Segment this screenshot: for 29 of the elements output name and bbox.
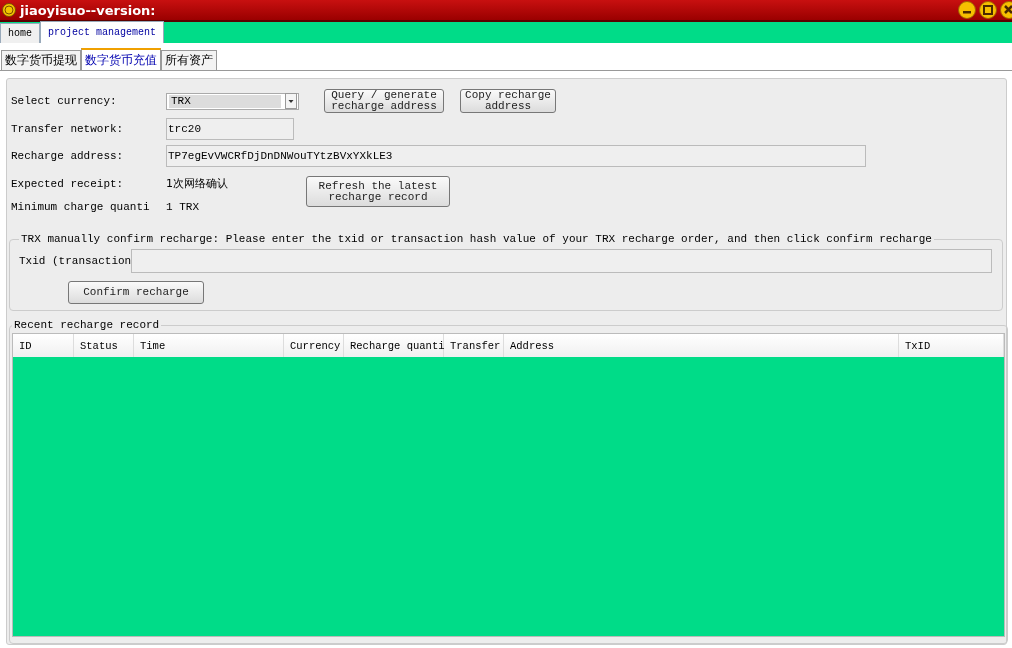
close-icon[interactable]	[1000, 1, 1012, 19]
tab[interactable]: home	[0, 23, 40, 43]
minimize-icon[interactable]	[958, 1, 976, 19]
maximize-icon[interactable]	[979, 1, 997, 19]
group-title: Recent recharge record	[13, 319, 161, 331]
copy-address-button[interactable]: Copy recharge address	[460, 89, 556, 113]
field-label: Expected receipt:	[11, 177, 125, 190]
network-field[interactable]: trc20	[166, 118, 294, 140]
field-label: Recharge address:	[11, 150, 125, 162]
field-label: Transfer network:	[11, 123, 125, 135]
window-title: jiaoyisuo--version:	[20, 2, 156, 18]
tab[interactable]: 所有资产	[161, 50, 217, 70]
tab[interactable]: project management	[40, 21, 165, 43]
group-title: TRX manually confirm recharge: Please enter the txid or transaction hash value of your TRX recharge order, and then click confirm recharge	[20, 233, 933, 245]
currency-select[interactable]: TRX	[166, 92, 299, 110]
field-label: Select currency:	[11, 95, 118, 107]
field-label: Minimum charge quanti	[11, 201, 151, 213]
coin-icon	[2, 3, 16, 17]
minimum-value: 1 TRX	[166, 201, 200, 213]
address-field[interactable]: TP7egEvVWCRfDjDnDNWouTYtzBVxYXkLE3	[166, 145, 866, 167]
tab[interactable]: 数字货币提现	[1, 50, 81, 70]
confirm-button[interactable]: Confirm recharge	[68, 281, 204, 304]
txid-field[interactable]	[131, 249, 992, 273]
refresh-button[interactable]: Refresh the latest recharge record	[306, 176, 450, 207]
query-address-button[interactable]: Query / generate recharge address	[324, 89, 444, 113]
caret-icon	[285, 93, 297, 109]
field-label: Txid (transaction	[19, 255, 131, 267]
tab[interactable]: 数字货币充值	[81, 48, 161, 70]
receipt-value: 1次网络确认	[166, 176, 229, 191]
